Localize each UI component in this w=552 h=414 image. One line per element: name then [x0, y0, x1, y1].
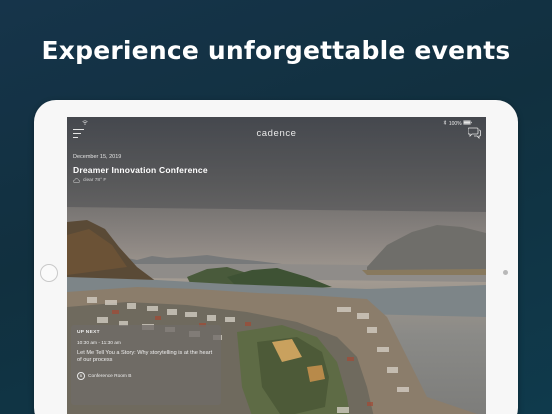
app-screen: 100% cadence December 15, 2019 Dreamer I… — [67, 117, 486, 414]
cloud-icon — [73, 178, 80, 183]
bluetooth-icon — [444, 119, 447, 126]
app-brand-logo: cadence — [256, 128, 297, 139]
location-badge-icon: B — [77, 372, 85, 380]
up-next-card[interactable]: UP NEXT 10:30 am - 11:30 am Let Me Tell … — [71, 325, 221, 405]
weather-text: clear 78° F — [83, 178, 107, 183]
promo-headline: Experience unforgettable events — [41, 36, 511, 65]
session-time: 10:30 am - 11:30 am — [77, 341, 121, 346]
room-name: Conference Room B — [88, 373, 132, 379]
chat-bubbles-icon[interactable] — [468, 127, 481, 139]
weather-info: clear 78° F — [73, 178, 106, 183]
front-camera — [503, 270, 508, 275]
event-title[interactable]: Dreamer Innovation Conference — [73, 165, 208, 175]
event-date: December 15, 2019 — [73, 154, 122, 160]
up-next-label: UP NEXT — [77, 330, 100, 335]
tablet-frame: 100% cadence December 15, 2019 Dreamer I… — [34, 100, 518, 414]
session-room: B Conference Room B — [77, 372, 215, 380]
app-navbar: cadence — [67, 126, 486, 142]
session-title: Let Me Tell You a Story: Why storytellin… — [77, 350, 213, 363]
battery-icon — [463, 120, 472, 125]
home-button — [40, 264, 58, 282]
